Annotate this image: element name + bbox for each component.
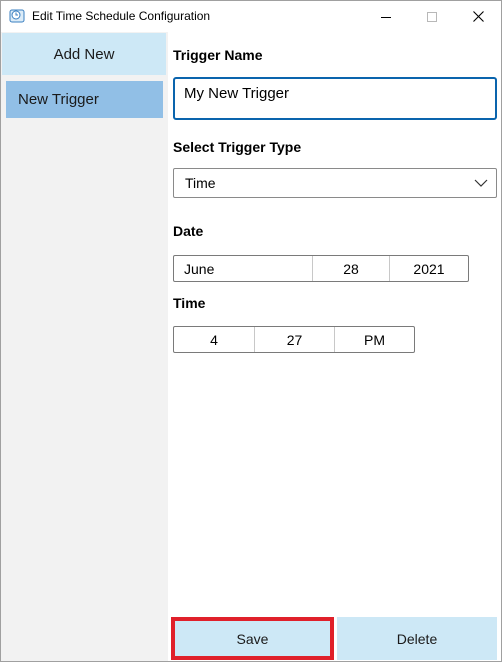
trigger-sidebar: Add New New Trigger — [1, 32, 168, 661]
clock-app-icon — [9, 8, 25, 24]
sidebar-item-new-trigger[interactable]: New Trigger — [6, 81, 163, 118]
time-picker: 4 27 PM — [173, 326, 415, 353]
date-label: Date — [173, 223, 204, 239]
date-day[interactable]: 28 — [312, 256, 389, 281]
date-year[interactable]: 2021 — [389, 256, 468, 281]
close-button[interactable] — [455, 1, 501, 32]
time-hour[interactable]: 4 — [174, 327, 254, 352]
trigger-type-select[interactable]: Time — [173, 168, 497, 198]
maximize-button[interactable] — [409, 1, 455, 32]
chevron-down-icon — [474, 179, 488, 187]
close-icon — [472, 11, 484, 22]
dialog-window: Edit Time Schedule Configuration Add New… — [0, 0, 502, 662]
time-minute[interactable]: 27 — [254, 327, 334, 352]
maximize-icon — [427, 11, 437, 22]
window-title: Edit Time Schedule Configuration — [32, 9, 211, 23]
date-month[interactable]: June — [174, 256, 312, 281]
title-bar[interactable]: Edit Time Schedule Configuration — [1, 1, 501, 32]
trigger-name-label: Trigger Name — [173, 47, 263, 63]
trigger-name-input[interactable] — [173, 77, 497, 120]
save-button[interactable]: Save — [171, 617, 334, 660]
trigger-editor: Trigger Name Select Trigger Type Time Da… — [168, 32, 501, 661]
time-period[interactable]: PM — [334, 327, 414, 352]
sidebar-item-label: New Trigger — [18, 91, 99, 108]
minimize-icon — [381, 16, 391, 18]
date-picker: June 28 2021 — [173, 255, 469, 282]
delete-button[interactable]: Delete — [337, 617, 497, 660]
time-label: Time — [173, 295, 206, 311]
minimize-button[interactable] — [363, 1, 409, 32]
trigger-type-label: Select Trigger Type — [173, 139, 302, 155]
trigger-type-value: Time — [185, 175, 216, 191]
add-new-button[interactable]: Add New — [2, 33, 166, 75]
